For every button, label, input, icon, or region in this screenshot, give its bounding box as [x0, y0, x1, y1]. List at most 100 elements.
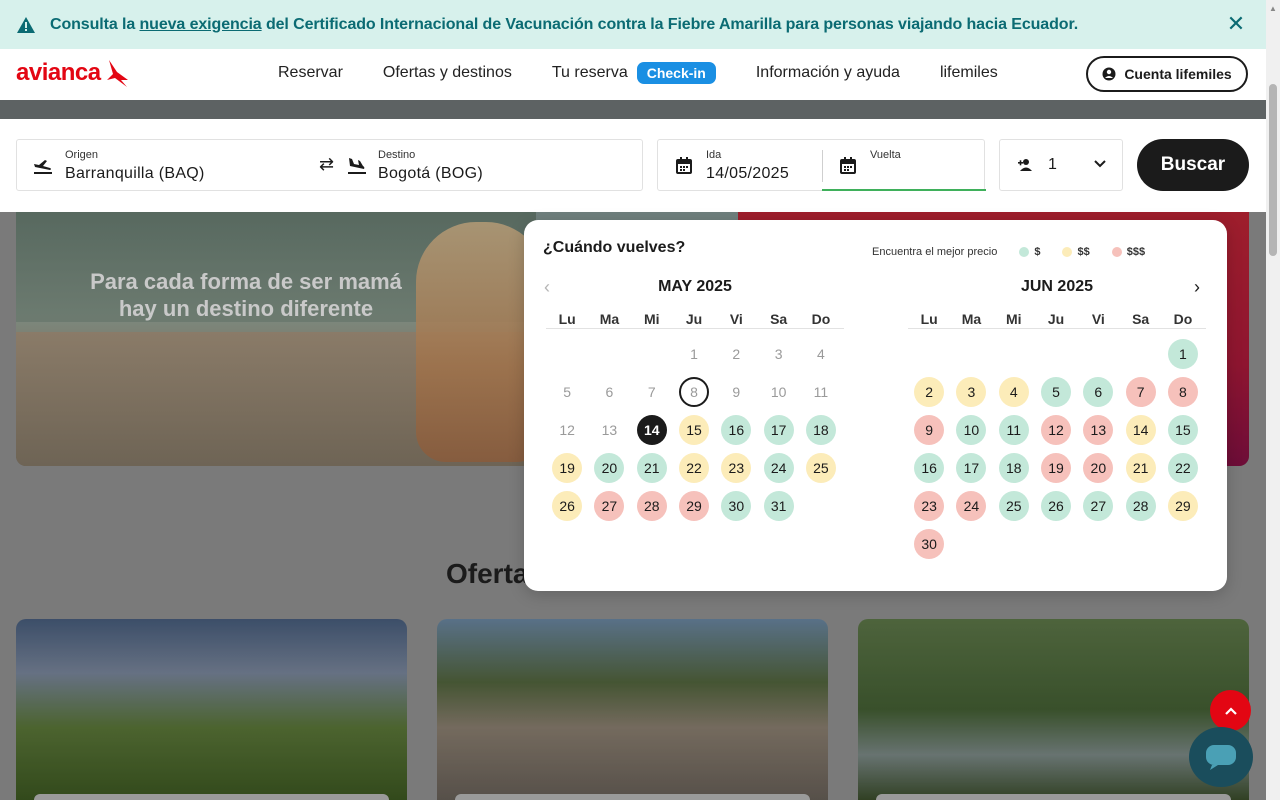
day-button[interactable]: 29	[1167, 491, 1198, 521]
day-button[interactable]: 13	[1083, 415, 1114, 445]
scroll-up-icon[interactable]: ▲	[1269, 4, 1277, 13]
day-button[interactable]: 7	[1125, 377, 1156, 407]
day-cell: 9	[908, 411, 950, 449]
day-button[interactable]: 25	[998, 491, 1029, 521]
banner-link[interactable]: nueva exigencia	[139, 16, 261, 33]
origin-destination-field[interactable]: Origen Barranquilla (BAQ) ⇄ Destino Bogo…	[16, 139, 643, 191]
scrollbar-thumb[interactable]	[1269, 84, 1277, 256]
day-button[interactable]: 22	[679, 453, 710, 483]
header-strip	[0, 100, 1266, 119]
day-button[interactable]: 24	[956, 491, 987, 521]
weekday-label: Vi	[729, 311, 743, 327]
day-button[interactable]: 23	[914, 491, 945, 521]
day-cell: 19	[546, 449, 588, 487]
day-button[interactable]: 9	[914, 415, 945, 445]
checkin-badge[interactable]: Check-in	[636, 62, 716, 84]
nav-reservar[interactable]: Reservar	[278, 64, 343, 82]
passengers-field[interactable]: 1	[999, 139, 1123, 191]
day-button[interactable]: 28	[1125, 491, 1156, 521]
day-button[interactable]: 29	[679, 491, 710, 521]
day-button[interactable]: 1	[1167, 339, 1198, 369]
dates-field[interactable]: Ida 14/05/2025 Vuelta	[657, 139, 986, 191]
day-button[interactable]: 8	[1167, 377, 1198, 407]
chevron-down-icon	[1094, 160, 1106, 168]
swap-icon[interactable]: ⇄	[319, 154, 334, 175]
account-button[interactable]: Cuenta lifemiles	[1086, 56, 1248, 92]
day-button[interactable]: 23	[721, 453, 752, 483]
day-button[interactable]: 12	[1041, 415, 1072, 445]
day-button[interactable]: 19	[552, 453, 583, 483]
day-button[interactable]: 31	[763, 491, 794, 521]
day-button[interactable]: 15	[1167, 415, 1198, 445]
nav-lifemiles[interactable]: lifemiles	[940, 64, 998, 82]
day-cell: 18	[800, 411, 842, 449]
day-button[interactable]: 6	[1083, 377, 1114, 407]
day-button[interactable]: 2	[914, 377, 945, 407]
day-button[interactable]: 11	[998, 415, 1029, 445]
day-button[interactable]: 17	[763, 415, 794, 445]
chat-button[interactable]	[1189, 727, 1253, 787]
day-button[interactable]: 30	[914, 529, 945, 559]
day-button[interactable]: 19	[1041, 453, 1072, 483]
empty-cell	[993, 335, 1035, 373]
day-button[interactable]: 10	[956, 415, 987, 445]
day-cell: 26	[1035, 487, 1077, 525]
page-scrollbar[interactable]: ▲	[1266, 0, 1280, 800]
close-icon[interactable]: ✕	[1226, 13, 1246, 35]
day-button[interactable]: 5	[1041, 377, 1072, 407]
day-cell: 21	[1119, 449, 1161, 487]
day-button[interactable]: 26	[552, 491, 583, 521]
day-button[interactable]: 26	[1041, 491, 1072, 521]
day-cell: 3	[757, 335, 799, 373]
day-button[interactable]: 28	[636, 491, 667, 521]
day-cell: 30	[715, 487, 757, 525]
origin-value[interactable]: Barranquilla (BAQ)	[65, 165, 205, 183]
offer-card[interactable]	[16, 619, 407, 800]
day-cell: 10	[950, 411, 992, 449]
day-cell: 27	[588, 487, 630, 525]
day-button[interactable]: 21	[636, 453, 667, 483]
day-button[interactable]: 27	[1083, 491, 1114, 521]
nav-informacion[interactable]: Información y ayuda	[756, 64, 900, 82]
search-button[interactable]: Buscar	[1137, 139, 1249, 191]
ida-value[interactable]: 14/05/2025	[706, 165, 789, 183]
day-button[interactable]: 27	[594, 491, 625, 521]
destination-value[interactable]: Bogotá (BOG)	[378, 165, 483, 183]
day-button[interactable]: 17	[956, 453, 987, 483]
weekday-label: Ju	[685, 311, 703, 327]
day-cell: 5	[546, 373, 588, 411]
day-button[interactable]: 14	[1125, 415, 1156, 445]
day-button[interactable]: 22	[1167, 453, 1198, 483]
day-button[interactable]: 21	[1125, 453, 1156, 483]
nav-tu-reserva[interactable]: Tu reserva Check-in	[552, 62, 716, 84]
day-button[interactable]: 30	[721, 491, 752, 521]
day-button[interactable]: 18	[998, 453, 1029, 483]
avianca-logo[interactable]: avianca	[16, 58, 129, 88]
offer-card[interactable]	[437, 619, 828, 800]
logo-bird-icon	[106, 60, 128, 87]
legend-low: $	[1019, 246, 1040, 258]
day-button[interactable]: 20	[1083, 453, 1114, 483]
day-button[interactable]: 16	[914, 453, 945, 483]
day-button[interactable]: 4	[998, 377, 1029, 407]
day-button[interactable]: 25	[805, 453, 836, 483]
day-cell: 25	[800, 449, 842, 487]
next-month-icon[interactable]: ›	[1194, 277, 1200, 298]
offer-card[interactable]	[858, 619, 1249, 800]
day-cell: 7	[1119, 373, 1161, 411]
day-button[interactable]: 20	[594, 453, 625, 483]
day-button[interactable]: 16	[721, 415, 752, 445]
scroll-top-button[interactable]	[1210, 690, 1251, 731]
day-cell: 17	[757, 411, 799, 449]
day-button[interactable]: 15	[679, 415, 710, 445]
nav-ofertas[interactable]: Ofertas y destinos	[383, 64, 512, 82]
day-cell: 8	[673, 373, 715, 411]
empty-cell	[1119, 335, 1161, 373]
day-button[interactable]: 14	[636, 415, 667, 445]
day-button[interactable]: 18	[805, 415, 836, 445]
day-button[interactable]: 24	[763, 453, 794, 483]
day-button[interactable]: 3	[956, 377, 987, 407]
day-cell: 30	[908, 525, 950, 563]
nav-tu-reserva-label: Tu reserva	[551, 64, 628, 81]
empty-cell	[1035, 335, 1077, 373]
